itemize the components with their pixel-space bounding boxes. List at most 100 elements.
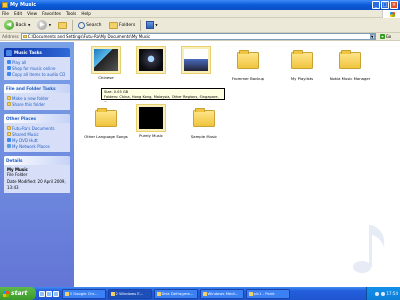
music-tasks-title: Music Tasks — [14, 50, 42, 55]
folder-nokia-music-manager[interactable]: Nokia Music Manager — [328, 46, 372, 82]
share-folder-label: Share this folder — [12, 101, 45, 107]
play-icon — [7, 60, 11, 64]
task-pane: Music Tasks Play all Shop for music onli… — [0, 42, 74, 287]
copy-to-cd-link[interactable]: Copy all items to audio CD — [7, 71, 67, 77]
address-path: C:\Documents and Settings\Futu-Ra\My Doc… — [27, 34, 151, 39]
folder-label: Chinese — [98, 75, 114, 80]
maximize-button[interactable]: □ — [381, 1, 389, 9]
windows-logo — [382, 10, 400, 18]
menu-favorites[interactable]: Favorites — [42, 11, 61, 16]
folder-icon — [237, 50, 259, 69]
back-arrow-icon: ◀ — [4, 20, 14, 30]
taskbar-item-chrome[interactable]: 3 Google Chr... — [62, 288, 106, 299]
folder-sample-music[interactable]: Sample Music — [182, 104, 226, 140]
chrome-icon — [64, 291, 69, 296]
folder-label: My Playlists — [290, 76, 314, 81]
folder-icon — [95, 108, 117, 127]
folder-label: Purely Music — [139, 133, 163, 138]
search-button[interactable]: Search — [76, 19, 104, 31]
other-places-panel: Other Places Futu-Ra's Documents Shared … — [4, 114, 70, 152]
start-button[interactable]: start — [0, 287, 36, 300]
taskbar-item-paint[interactable]: pic1 - Paint — [246, 288, 290, 299]
folder-icon — [7, 132, 11, 136]
music-note-watermark-icon — [353, 225, 385, 273]
toolbar-separator — [140, 19, 141, 31]
go-arrow-icon: ➜ — [379, 34, 385, 39]
address-dropdown-icon[interactable]: ▼ — [369, 33, 375, 40]
forward-button[interactable]: ▶ ▼ — [35, 19, 53, 31]
share-folder-link[interactable]: Share this folder — [7, 101, 67, 107]
music-tasks-header[interactable]: Music Tasks — [4, 48, 70, 57]
copy-to-cd-label: Copy all items to audio CD — [12, 71, 66, 77]
quick-launch-icon[interactable] — [53, 290, 59, 297]
menu-tools[interactable]: Tools — [66, 11, 76, 16]
file-tasks-header[interactable]: File and Folder Tasks — [4, 84, 70, 93]
paint-icon — [248, 291, 253, 296]
details-header[interactable]: Details — [4, 156, 70, 165]
search-icon — [77, 21, 85, 29]
folder-purely-music[interactable]: Purely Music — [129, 104, 173, 139]
menu-view[interactable]: View — [27, 11, 37, 16]
window-title: My Music — [10, 2, 37, 8]
dvd-icon — [7, 138, 11, 142]
shop-music-label: Shop for music online — [12, 65, 56, 71]
folder-my-playlists[interactable]: My Playlists — [280, 46, 324, 82]
quick-launch — [39, 290, 59, 297]
forward-dropdown-icon[interactable]: ▼ — [49, 23, 51, 27]
back-button[interactable]: ◀ Back ▼ — [2, 19, 32, 31]
file-view[interactable]: Chinese Frommer Backup My Playlists Noki… — [74, 42, 400, 287]
taskbar-item-explorer[interactable]: 2 Windows E... — [108, 288, 152, 299]
toolbar-separator — [72, 19, 73, 31]
network-icon — [7, 144, 11, 148]
folder-chinese[interactable]: Chinese — [84, 46, 128, 81]
other-places-header[interactable]: Other Places — [4, 114, 70, 123]
start-label: start — [11, 290, 28, 297]
windows-flag-icon — [3, 290, 9, 297]
search-label: Search — [86, 22, 102, 28]
tooltip: Size: 0.05 GB Folders: China, Hong Kong,… — [101, 88, 225, 103]
folder-other-language-songs[interactable]: Other Language Songs — [84, 104, 128, 140]
new-folder-icon — [7, 96, 11, 100]
folder-frommer-backup[interactable]: Frommer Backup — [226, 46, 270, 82]
taskbar-item-label: 2 Windows E... — [115, 291, 144, 296]
tray-icon[interactable] — [375, 291, 380, 296]
close-button[interactable]: × — [390, 1, 398, 9]
folders-icon — [108, 21, 118, 29]
shop-icon — [7, 66, 11, 70]
place-network-link[interactable]: My Network Places — [7, 143, 67, 149]
up-button[interactable] — [56, 19, 69, 31]
menu-help[interactable]: Help — [81, 11, 91, 16]
music-icon — [6, 49, 12, 56]
address-label: Address — [2, 34, 19, 39]
tray-icon[interactable] — [380, 291, 385, 296]
place-dvd-label: My DVD Hutt — [12, 137, 38, 143]
views-dropdown-icon[interactable]: ▼ — [155, 23, 157, 27]
quick-launch-icon[interactable] — [39, 290, 45, 297]
taskbar-item-media-player[interactable]: Windows Medi... — [200, 288, 244, 299]
taskbar-item-label: pic1 - Paint — [253, 291, 275, 296]
back-dropdown-icon[interactable]: ▼ — [28, 23, 30, 27]
minimize-button[interactable]: _ — [372, 1, 380, 9]
folders-button[interactable]: Folders — [107, 19, 138, 31]
cd-icon — [7, 72, 11, 76]
folder-icon — [7, 126, 11, 130]
album-thumbnail-icon — [181, 46, 211, 74]
quick-launch-icon[interactable] — [46, 290, 52, 297]
details-panel: Details My Music File Folder Date Modifi… — [4, 156, 70, 193]
folder-album-3[interactable] — [174, 46, 218, 74]
album-thumbnail-icon — [91, 46, 121, 74]
new-folder-label: Make a new folder — [12, 95, 49, 101]
menu-file[interactable]: File — [2, 11, 9, 16]
views-button[interactable]: ▼ — [144, 19, 160, 31]
clock[interactable]: 17:54 — [386, 291, 398, 296]
taskbar-item-label: 3 Google Chr... — [69, 291, 98, 296]
taskbar-item-defrag[interactable]: Disk Defragme... — [154, 288, 198, 299]
place-documents-label: Futu-Ra's Documents — [12, 125, 55, 131]
file-tasks-title: File and Folder Tasks — [6, 86, 56, 91]
title-bar[interactable]: My Music _ □ × — [0, 0, 400, 10]
folder-album-2[interactable] — [129, 46, 173, 74]
go-button[interactable]: ➜ Go — [379, 34, 391, 39]
menu-edit[interactable]: Edit — [14, 11, 22, 16]
taskbar-item-label: Disk Defragme... — [161, 291, 194, 296]
address-input[interactable]: C:\Documents and Settings\Futu-Ra\My Doc… — [20, 33, 376, 40]
